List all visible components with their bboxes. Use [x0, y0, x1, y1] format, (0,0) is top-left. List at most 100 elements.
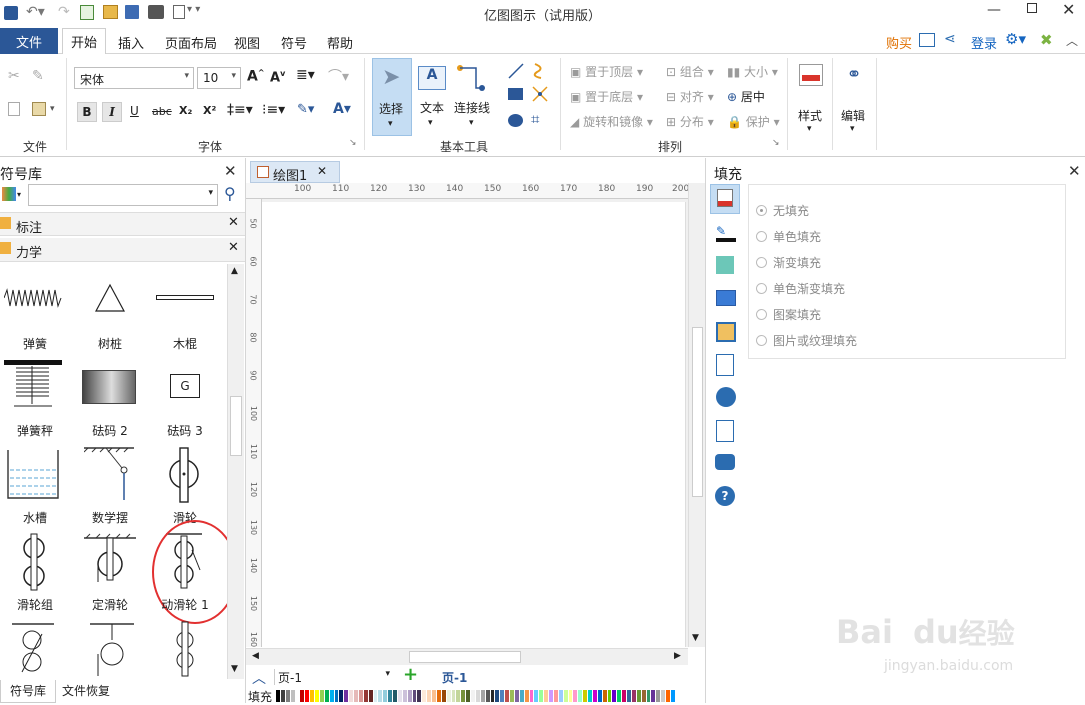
pulley-variant-symbol-icon[interactable] — [88, 620, 136, 678]
palette-swatch[interactable] — [549, 690, 553, 702]
bullet-list-icon[interactable]: ⁝≡▾ — [262, 102, 285, 118]
palette-swatch[interactable] — [490, 690, 495, 702]
scroll-thumb[interactable] — [692, 327, 703, 497]
canvas-horizontal-scrollbar[interactable]: ◀ ▶ — [246, 648, 688, 665]
palette-swatch[interactable] — [407, 690, 412, 702]
palette-swatch[interactable] — [480, 690, 485, 702]
palette-swatch[interactable] — [622, 690, 626, 702]
palette-swatch[interactable] — [612, 690, 617, 702]
fill-option-solid[interactable]: 单色填充 — [756, 228, 821, 245]
canvas-vertical-scrollbar[interactable]: ▼ — [688, 183, 705, 647]
fill-option-pattern[interactable]: 图案填充 — [756, 306, 821, 323]
palette-swatch[interactable] — [285, 690, 290, 702]
palette-swatch[interactable] — [295, 690, 300, 702]
shadow-icon[interactable] — [716, 256, 734, 274]
radio-button[interactable] — [756, 205, 767, 216]
curve-shape-icon[interactable] — [531, 62, 549, 80]
line-style-icon[interactable]: ✎ — [716, 224, 736, 242]
scroll-left-icon[interactable]: ◀ — [252, 651, 259, 661]
collapse-pages-icon[interactable]: ︿ — [252, 668, 266, 688]
palette-swatch[interactable] — [568, 690, 573, 702]
library-menu-icon[interactable] — [2, 187, 16, 201]
tab-page-layout[interactable]: 页面布局 — [165, 33, 217, 52]
tab-file-recovery[interactable]: 文件恢复 — [62, 682, 110, 699]
palette-swatch[interactable] — [310, 690, 314, 702]
palette-swatch[interactable] — [329, 690, 334, 702]
protect-button[interactable]: 🔒 保护 ▾ — [727, 113, 780, 130]
palette-swatch[interactable] — [300, 690, 305, 702]
line-shape-icon[interactable] — [507, 62, 525, 80]
palette-swatch[interactable] — [383, 690, 388, 702]
palette-swatch[interactable] — [422, 690, 427, 702]
page-properties-icon[interactable] — [716, 354, 734, 376]
stick-symbol-icon[interactable] — [156, 295, 214, 300]
comment-icon[interactable] — [715, 454, 735, 470]
palette-swatch[interactable] — [524, 690, 529, 702]
palette-swatch[interactable] — [397, 690, 402, 702]
cut-icon[interactable]: ✂ — [8, 68, 20, 84]
palette-swatch[interactable] — [276, 690, 280, 702]
grow-font-icon[interactable]: A^ — [247, 68, 265, 85]
cross-shape-icon[interactable] — [531, 85, 549, 103]
palette-swatch[interactable] — [427, 690, 431, 702]
send-to-back-button[interactable]: ▣ 置于底层 ▾ — [570, 88, 643, 105]
palette-swatch[interactable] — [670, 690, 675, 702]
close-library-icon[interactable]: ✕ — [224, 162, 237, 180]
radio-button[interactable] — [756, 283, 767, 294]
palette-swatch[interactable] — [315, 690, 319, 702]
fixed-pulley-symbol-icon[interactable] — [84, 532, 138, 592]
palette-swatch[interactable] — [432, 690, 436, 702]
close-category-icon[interactable]: ✕ — [228, 240, 239, 255]
palette-swatch[interactable] — [641, 690, 646, 702]
share-icon[interactable]: ⋖ — [944, 31, 956, 47]
document-tab[interactable]: 绘图1 ✕ — [250, 161, 340, 184]
underline-button[interactable]: U — [130, 104, 139, 118]
category-header-mechanics[interactable]: 力学 ✕ — [0, 238, 245, 262]
pulley-block-symbol-icon[interactable] — [16, 532, 52, 592]
bold-button[interactable]: B — [77, 102, 97, 122]
connector-tool-button[interactable]: 连接线 ▾ — [452, 58, 492, 136]
subscript-button[interactable]: X₂ — [179, 104, 192, 117]
palette-swatch[interactable] — [280, 690, 285, 702]
scroll-thumb[interactable] — [409, 651, 521, 663]
palette-swatch[interactable] — [373, 690, 378, 702]
maximize-icon[interactable] — [1027, 3, 1037, 13]
palette-swatch[interactable] — [646, 690, 651, 702]
page-select[interactable]: 页-1 ▾ — [274, 669, 392, 685]
close-fill-panel-icon[interactable]: ✕ — [1068, 162, 1081, 180]
feedback-icon[interactable] — [919, 33, 935, 47]
image-icon[interactable] — [716, 290, 736, 306]
font-name-select[interactable]: 宋体 ▾ — [74, 67, 194, 89]
library-search-input[interactable]: ▾ — [28, 184, 218, 206]
palette-swatch[interactable] — [368, 690, 373, 702]
palette-swatch[interactable] — [588, 690, 592, 702]
scroll-down-icon[interactable]: ▼ — [231, 664, 238, 674]
palette-swatch[interactable] — [441, 690, 446, 702]
palette-swatch[interactable] — [417, 690, 422, 702]
palette-swatch[interactable] — [319, 690, 324, 702]
buy-link[interactable]: 购买 — [886, 33, 912, 52]
center-button[interactable]: ⊕ 居中 — [727, 88, 765, 105]
palette-swatch[interactable] — [563, 690, 568, 702]
paste-dropdown-icon[interactable]: ▾ — [50, 104, 55, 114]
tab-view[interactable]: 视图 — [234, 33, 260, 52]
palette-swatch[interactable] — [475, 690, 480, 702]
paste-icon[interactable] — [32, 102, 46, 116]
superscript-button[interactable]: X² — [203, 104, 216, 117]
text-tool-button[interactable]: A 文本 ▾ — [416, 58, 448, 136]
line-spacing-list-icon[interactable]: ‡≡▾ — [227, 102, 253, 118]
palette-swatch[interactable] — [334, 690, 339, 702]
fill-option-picture[interactable]: 图片或纹理填充 — [756, 332, 857, 349]
layers-icon[interactable] — [716, 322, 736, 342]
palette-swatch[interactable] — [661, 690, 665, 702]
scroll-down-icon[interactable]: ▼ — [692, 633, 699, 643]
palette-swatch[interactable] — [602, 690, 607, 702]
library-scrollbar[interactable]: ▲ ▼ — [227, 264, 244, 679]
palette-swatch[interactable] — [519, 690, 524, 702]
login-link[interactable]: 登录 — [971, 33, 997, 52]
ellipse-shape-icon[interactable] — [508, 114, 523, 127]
close-category-icon[interactable]: ✕ — [228, 215, 239, 230]
tab-symbol-library[interactable]: 符号库 — [0, 680, 56, 703]
palette-swatch[interactable] — [651, 690, 656, 702]
water-tank-symbol-icon[interactable] — [6, 448, 60, 500]
